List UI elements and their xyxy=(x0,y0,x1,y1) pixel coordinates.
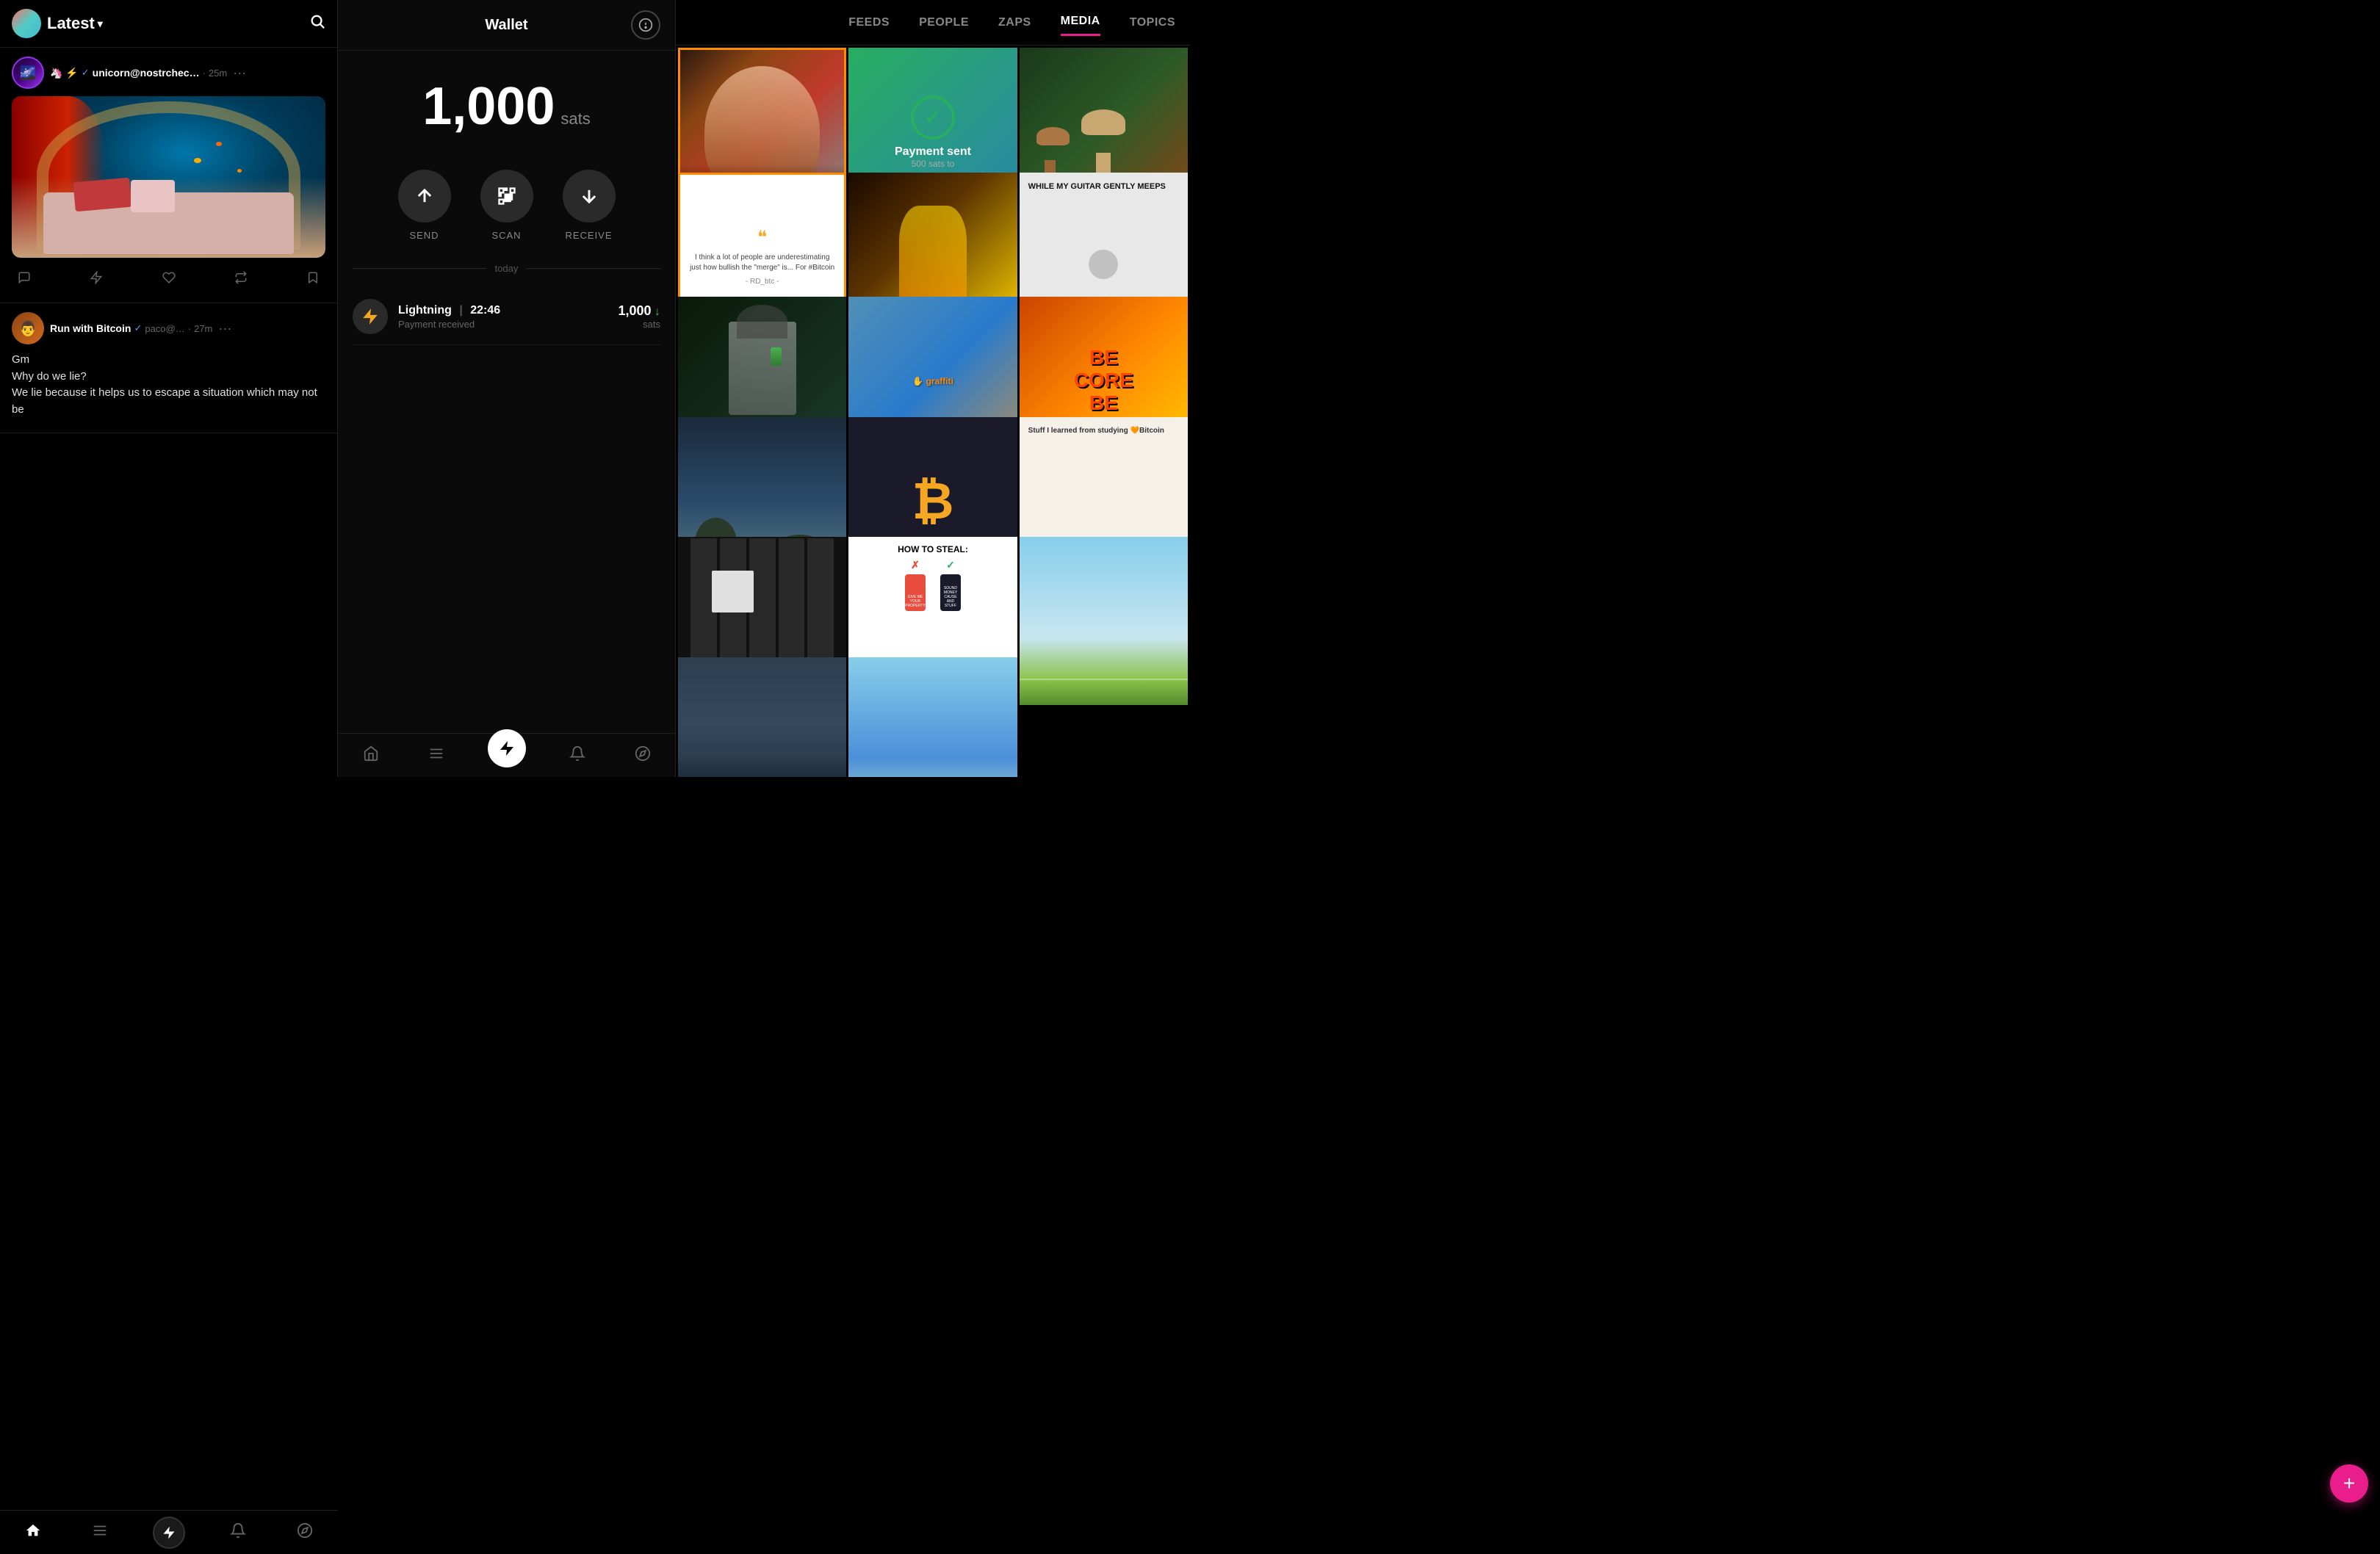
post-2-username: Run with Bitcoin xyxy=(50,322,131,334)
left-header: Latest ▾ xyxy=(0,0,337,48)
wallet-nav-home-button[interactable] xyxy=(357,740,385,772)
reply-button[interactable] xyxy=(12,268,37,291)
tx-amount-unit: sats xyxy=(619,319,661,330)
quote-icon: ❝ xyxy=(757,227,767,248)
wallet-circle-button[interactable] xyxy=(631,10,660,40)
post-1-avatar[interactable]: 🌌 xyxy=(12,57,44,89)
receive-action: RECEIVE xyxy=(563,170,616,241)
post-1-timestamp: 25m xyxy=(209,68,227,79)
wallet-nav-compass-button[interactable] xyxy=(629,740,657,772)
media-cell-dark-hills[interactable] xyxy=(678,657,846,778)
post-2: 👨 Run with Bitcoin ✓ paco@… · 27m ··· Gm… xyxy=(0,303,337,433)
search-button[interactable] xyxy=(309,13,325,34)
tx-title: Lightning | 22:46 xyxy=(398,304,608,317)
left-panel: Latest ▾ 🌌 🦄 ⚡ ✓ unicorn@nostrchec… · 25… xyxy=(0,0,338,777)
latest-dropdown-button[interactable]: Latest ▾ xyxy=(47,14,103,33)
user-avatar[interactable] xyxy=(12,9,41,38)
today-divider: today xyxy=(338,256,675,281)
tx-subtitle: Payment received xyxy=(398,319,608,330)
wallet-title: Wallet xyxy=(382,17,631,34)
send-button[interactable] xyxy=(398,170,451,223)
nav-people[interactable]: PEOPLE xyxy=(919,10,969,35)
latest-label: Latest xyxy=(47,14,95,33)
how-to-steal-title: HOW TO STEAL: xyxy=(898,544,968,554)
media-cell-fbi[interactable]: The FBI xyxy=(848,657,1017,778)
zap-button[interactable] xyxy=(84,268,109,291)
post-2-handle: paco@… xyxy=(145,323,184,334)
guitar-title: While my guitar Gently MEEPS xyxy=(1028,181,1179,192)
balance-amount: 1,000 xyxy=(422,80,555,133)
payment-sent-text: Payment sent xyxy=(895,145,971,159)
post-2-verified: ✓ xyxy=(134,322,142,334)
divider-line-right xyxy=(527,268,660,269)
nav-feeds[interactable]: FEEDS xyxy=(848,10,890,35)
post-1-actions xyxy=(12,265,325,294)
bitcoin-symbol: ₿ xyxy=(912,471,953,530)
receive-button[interactable] xyxy=(563,170,616,223)
nav-topics[interactable]: TOPICS xyxy=(1130,10,1175,35)
tx-amount: 1,000 ↓ sats xyxy=(619,303,661,330)
send-action: SEND xyxy=(398,170,451,241)
media-cell-sky[interactable] xyxy=(1020,537,1188,705)
post-1-meta: 🦄 ⚡ ✓ unicorn@nostrchec… · 25m xyxy=(50,67,227,79)
chevron-down-icon: ▾ xyxy=(98,18,103,30)
wallet-balance-section: 1,000 sats xyxy=(338,51,675,155)
post-2-avatar[interactable]: 👨 xyxy=(12,312,44,344)
post-1-username: unicorn@nostrchec… xyxy=(93,67,200,79)
feed-content: 🌌 🦄 ⚡ ✓ unicorn@nostrchec… · 25m ··· xyxy=(0,48,337,777)
post-2-meta: Run with Bitcoin ✓ paco@… · 27m xyxy=(50,322,212,334)
wallet-bottom-nav xyxy=(338,733,676,777)
stuff-learned-text: Stuff I learned from studying 🧡Bitcoin xyxy=(1028,426,1164,436)
wallet-actions: SEND SCAN xyxy=(338,155,675,256)
check-circle: ✓ xyxy=(911,95,955,140)
transaction-item[interactable]: Lightning | 22:46 Payment received 1,000… xyxy=(353,289,660,345)
post-1-time: · xyxy=(203,68,206,79)
send-label: SEND xyxy=(409,230,439,241)
nav-zaps[interactable]: ZAPS xyxy=(998,10,1031,35)
wallet-header: Wallet xyxy=(338,0,675,51)
tx-details: Lightning | 22:46 Payment received xyxy=(398,304,608,330)
wallet-nav-list-button[interactable] xyxy=(422,740,450,772)
post-1-emoji-badges: 🦄 ⚡ xyxy=(50,67,79,79)
scan-button[interactable] xyxy=(480,170,533,223)
right-nav: FEEDS PEOPLE ZAPS MEDIA TOPICS xyxy=(676,0,1190,46)
post-1-verified: ✓ xyxy=(82,67,90,79)
transaction-list: Lightning | 22:46 Payment received 1,000… xyxy=(338,281,675,777)
receive-label: RECEIVE xyxy=(565,230,612,241)
payment-sent-sub: 500 sats to xyxy=(912,159,955,169)
scan-label: SCAN xyxy=(491,230,521,241)
header-left: Latest ▾ xyxy=(12,9,103,38)
post-2-more-button[interactable]: ··· xyxy=(218,321,231,336)
wallet-nav-bell-button[interactable] xyxy=(563,740,591,772)
right-panel: FEEDS PEOPLE ZAPS MEDIA TOPICS ✓ Payment… xyxy=(676,0,1190,777)
tx-direction-icon: ↓ xyxy=(654,306,660,318)
checkmark-icon: ✓ xyxy=(924,105,941,129)
today-label: today xyxy=(486,263,527,274)
post-1: 🌌 🦄 ⚡ ✓ unicorn@nostrchec… · 25m ··· xyxy=(0,48,337,303)
post-1-more-button[interactable]: ··· xyxy=(233,65,246,81)
balance-unit: sats xyxy=(560,109,590,129)
post-1-image xyxy=(12,96,325,258)
post-2-text: Gm Why do we lie? We lie because it help… xyxy=(12,352,325,418)
nav-media[interactable]: MEDIA xyxy=(1061,9,1100,36)
quote-text: I think a lot of people are underestimat… xyxy=(689,253,835,273)
divider-line-left xyxy=(353,268,486,269)
wallet-nav-zap-center[interactable] xyxy=(488,729,526,767)
like-button[interactable] xyxy=(156,268,181,291)
post-2-time: 27m xyxy=(194,323,212,334)
balance-display: 1,000 sats xyxy=(422,80,591,133)
bookmark-button[interactable] xyxy=(300,268,325,291)
repost-button[interactable] xyxy=(228,268,253,291)
post-1-header: 🌌 🦄 ⚡ ✓ unicorn@nostrchec… · 25m ··· xyxy=(12,57,325,89)
post-2-header: 👨 Run with Bitcoin ✓ paco@… · 27m ··· xyxy=(12,312,325,344)
scan-action: SCAN xyxy=(480,170,533,241)
tx-lightning-icon xyxy=(353,299,388,334)
wrong-mark: ✗ xyxy=(911,559,920,571)
media-grid: ✓ Payment sent 500 sats to ❝ I think a l… xyxy=(676,46,1190,777)
tx-amount-value: 1,000 xyxy=(619,303,652,318)
post-2-dot: · xyxy=(188,323,191,334)
quote-author: - RD_btc - xyxy=(746,278,779,286)
right-mark: ✓ xyxy=(946,559,955,571)
wallet-panel: Wallet 1,000 sats SEND xyxy=(338,0,676,777)
